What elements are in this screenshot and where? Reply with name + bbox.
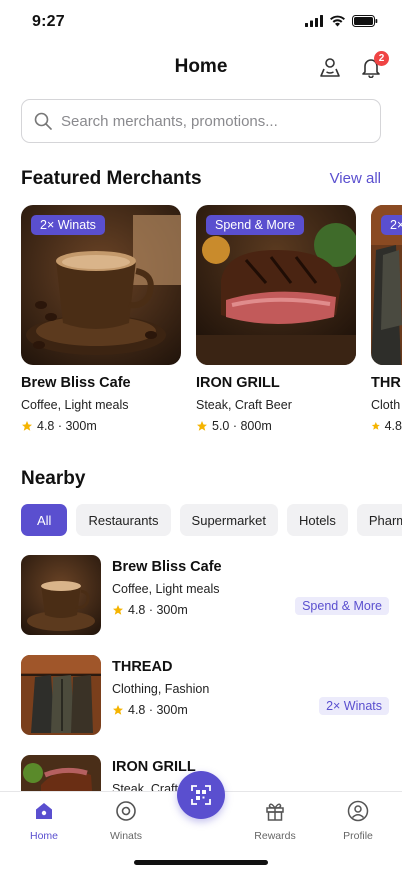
nav-rewards[interactable]: Rewards <box>245 800 305 842</box>
filter-chip-restaurants[interactable]: Restaurants <box>76 504 171 536</box>
location-button[interactable] <box>316 53 344 81</box>
star-icon <box>371 421 380 430</box>
rating-text: 4.8 · 300m <box>128 603 188 617</box>
home-indicator <box>134 860 268 865</box>
nav-label: Rewards <box>254 830 296 842</box>
merchant-rating: 4.8 <box>371 419 402 433</box>
featured-card[interactable]: Spend & More IRON GRILL Steak, Craft Bee… <box>196 205 356 433</box>
promo-chip: 2× Winats <box>31 215 105 235</box>
merchant-photo: Spend & More <box>196 205 356 365</box>
search-icon <box>34 112 52 130</box>
rating-text: 4.8 · 300m <box>128 703 188 717</box>
merchant-rating: 4.8 · 300m <box>112 703 188 717</box>
merchant-name: IRON GRILL <box>196 375 280 391</box>
promo-chip: 2× Winats <box>319 697 389 715</box>
nav-profile[interactable]: Profile <box>328 800 388 842</box>
star-icon <box>22 421 32 431</box>
profile-icon <box>347 800 369 822</box>
merchant-thumbnail <box>21 755 101 791</box>
merchant-thumbnail <box>21 655 101 735</box>
status-time: 9:27 <box>32 13 65 30</box>
merchant-rating: 4.8 · 300m <box>21 419 181 433</box>
featured-card[interactable]: 2× THR Cloth 4.8 <box>371 205 402 433</box>
merchant-name: THR <box>371 375 401 391</box>
merchant-name: Brew Bliss Cafe <box>112 559 222 575</box>
promo-chip: 2× <box>381 215 402 235</box>
coin-icon <box>116 801 136 821</box>
rating-text: 4.8 · 300m <box>37 419 97 433</box>
status-icons <box>305 15 378 27</box>
cellular-signal-icon <box>305 15 323 27</box>
battery-icon <box>352 15 378 27</box>
filter-chip-pharmacy[interactable]: Pharm <box>356 504 402 536</box>
star-icon <box>197 421 207 431</box>
category-filter-chips: All Restaurants Supermarket Hotels Pharm <box>21 504 402 536</box>
merchant-name: THREAD <box>112 659 173 675</box>
merchant-name: IRON GRILL <box>112 759 196 775</box>
merchant-category: Cloth <box>371 398 401 412</box>
search-bar[interactable] <box>21 99 381 143</box>
search-input[interactable] <box>61 112 361 130</box>
filter-chip-supermarket[interactable]: Supermarket <box>179 504 278 536</box>
featured-section-title: Featured Merchants <box>21 168 202 189</box>
merchant-category: Coffee, Light meals <box>21 398 129 412</box>
star-icon <box>113 705 123 715</box>
location-person-icon <box>320 58 340 77</box>
merchant-category: Coffee, Light meals <box>112 582 220 596</box>
status-bar: 9:27 <box>0 0 402 44</box>
nav-label: Home <box>29 830 58 842</box>
qr-scan-icon <box>191 785 211 805</box>
filter-chip-hotels[interactable]: Hotels <box>286 504 348 536</box>
rating-text: 4.8 <box>384 419 402 433</box>
promo-chip: Spend & More <box>295 597 389 615</box>
merchant-rating: 5.0 · 800m <box>196 419 356 433</box>
promo-chip: Spend & More <box>206 215 304 235</box>
merchant-name: Brew Bliss Cafe <box>21 375 131 391</box>
wifi-icon <box>330 15 345 27</box>
star-icon <box>113 605 123 615</box>
home-icon <box>36 803 52 819</box>
merchant-rating: 4.8 · 300m <box>112 603 188 617</box>
nav-winats[interactable]: Winats <box>96 800 156 842</box>
notification-badge: 2 <box>374 51 389 66</box>
featured-card[interactable]: 2× Winats Brew Bliss Cafe Coffee, Light … <box>21 205 181 433</box>
nav-home[interactable]: Home <box>14 800 74 842</box>
notifications-button[interactable]: 2 <box>357 51 389 81</box>
merchant-photo: 2× Winats <box>21 205 181 365</box>
rating-text: 5.0 · 800m <box>212 419 272 433</box>
filter-chip-all[interactable]: All <box>21 504 68 536</box>
nearby-section-title: Nearby <box>21 468 86 489</box>
nav-label: Winats <box>109 830 143 842</box>
list-item[interactable]: THREAD Clothing, Fashion 4.8 · 300m 2× W… <box>21 655 389 735</box>
coffee-thumbnail <box>21 555 101 635</box>
merchant-category: Clothing, Fashion <box>112 682 210 696</box>
app-header: Home 2 <box>0 44 402 90</box>
merchant-photo: 2× <box>371 205 402 365</box>
merchant-category: Steak, Craft <box>112 782 178 791</box>
featured-carousel[interactable]: 2× Winats Brew Bliss Cafe Coffee, Light … <box>21 205 402 433</box>
gift-icon <box>266 803 284 821</box>
merchant-thumbnail <box>21 555 101 635</box>
clothing-thumbnail <box>21 655 101 735</box>
nav-label: Profile <box>343 830 373 842</box>
list-item[interactable]: Brew Bliss Cafe Coffee, Light meals 4.8 … <box>21 555 389 635</box>
view-all-link[interactable]: View all <box>330 170 381 187</box>
scan-qr-button[interactable] <box>177 771 225 819</box>
merchant-category: Steak, Craft Beer <box>196 398 292 412</box>
steak-thumbnail <box>21 755 101 791</box>
